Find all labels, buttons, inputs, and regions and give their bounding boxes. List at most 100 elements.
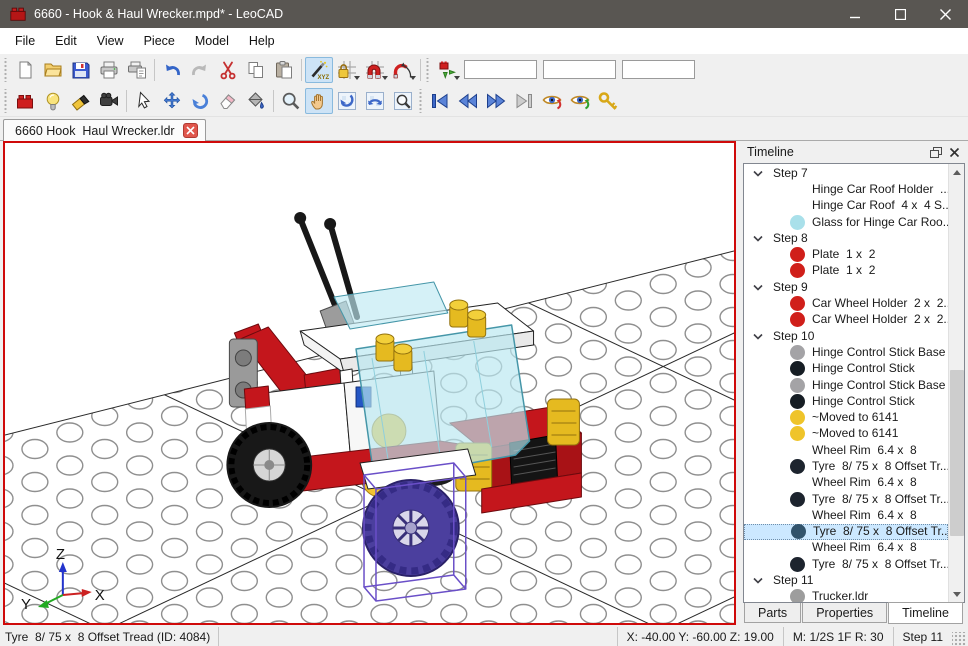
transform-button[interactable] bbox=[433, 57, 461, 83]
first-step-button[interactable] bbox=[426, 88, 454, 114]
timeline-part[interactable]: Tyre 8/ 75 x 8 Offset Tr... bbox=[744, 524, 948, 540]
open-file-button[interactable] bbox=[39, 57, 67, 83]
keys-button[interactable] bbox=[594, 88, 622, 114]
timeline-step[interactable]: Step 11 bbox=[744, 572, 948, 588]
chevron-down-icon[interactable] bbox=[753, 170, 764, 177]
rotate-view-button[interactable] bbox=[333, 88, 361, 114]
snap-rotate-button[interactable] bbox=[389, 57, 417, 83]
undo-button[interactable] bbox=[158, 57, 186, 83]
timeline-part[interactable]: Hinge Control Stick bbox=[744, 361, 948, 377]
timeline-part[interactable]: Hinge Car Roof 4 x 4 S... bbox=[744, 198, 948, 214]
show-later-button[interactable] bbox=[566, 88, 594, 114]
close-panel-icon[interactable] bbox=[945, 144, 964, 161]
toolbar-handle[interactable] bbox=[425, 58, 430, 82]
timeline-part[interactable]: Tyre 8/ 75 x 8 Offset Tr... bbox=[744, 491, 948, 507]
snap-lock-button[interactable] bbox=[333, 57, 361, 83]
relative-transform-button[interactable]: XYZ bbox=[305, 57, 333, 83]
maximize-button[interactable] bbox=[878, 0, 923, 28]
transform-x-input[interactable] bbox=[464, 60, 537, 79]
dropdown-arrow-icon[interactable] bbox=[382, 76, 388, 80]
document-tab[interactable]: 6660 Hook Haul Wrecker.ldr bbox=[3, 119, 206, 141]
dock-tab-parts[interactable]: Parts bbox=[744, 603, 801, 623]
dropdown-arrow-icon[interactable] bbox=[354, 76, 360, 80]
dropdown-arrow-icon[interactable] bbox=[454, 76, 460, 80]
scroll-down-icon[interactable] bbox=[949, 586, 965, 602]
spotlight-button[interactable] bbox=[67, 88, 95, 114]
timeline-part[interactable]: Wheel Rim 6.4 x 8 bbox=[744, 507, 948, 523]
float-panel-icon[interactable] bbox=[926, 144, 945, 161]
menu-view[interactable]: View bbox=[87, 30, 134, 52]
timeline-part[interactable]: Hinge Car Roof Holder ... bbox=[744, 181, 948, 197]
toolbar-handle[interactable] bbox=[3, 58, 8, 82]
timeline-part[interactable]: ~Moved to 6141 bbox=[744, 426, 948, 442]
timeline-part[interactable]: Tyre 8/ 75 x 8 Offset Tr... bbox=[744, 556, 948, 572]
roll-button[interactable] bbox=[361, 88, 389, 114]
close-button[interactable] bbox=[923, 0, 968, 28]
timeline-part[interactable]: Car Wheel Holder 2 x 2... bbox=[744, 312, 948, 328]
toolbar-handle[interactable] bbox=[3, 89, 8, 113]
timeline-part[interactable]: Glass for Hinge Car Roo... bbox=[744, 214, 948, 230]
snap-move-button[interactable] bbox=[361, 57, 389, 83]
dock-tab-properties[interactable]: Properties bbox=[802, 603, 887, 623]
timeline-part[interactable]: Plate 1 x 2 bbox=[744, 246, 948, 262]
menu-help[interactable]: Help bbox=[239, 30, 285, 52]
timeline-part[interactable]: ~Moved to 6141 bbox=[744, 409, 948, 425]
timeline-part[interactable]: Hinge Control Stick bbox=[744, 393, 948, 409]
timeline-step[interactable]: Step 7 bbox=[744, 165, 948, 181]
delete-button[interactable] bbox=[214, 88, 242, 114]
scroll-up-icon[interactable] bbox=[949, 164, 965, 180]
camera-button[interactable] bbox=[95, 88, 123, 114]
light-button[interactable] bbox=[39, 88, 67, 114]
last-step-button[interactable] bbox=[510, 88, 538, 114]
cut-button[interactable] bbox=[214, 57, 242, 83]
timeline-step[interactable]: Step 9 bbox=[744, 279, 948, 295]
viewport-3d[interactable]: Z X Y bbox=[3, 141, 736, 625]
timeline-part[interactable]: Trucker.ldr bbox=[744, 589, 948, 603]
print-preview-button[interactable] bbox=[123, 57, 151, 83]
timeline-part[interactable]: Wheel Rim 6.4 x 8 bbox=[744, 540, 948, 556]
select-button[interactable] bbox=[130, 88, 158, 114]
timeline-step[interactable]: Step 8 bbox=[744, 230, 948, 246]
paste-button[interactable] bbox=[270, 57, 298, 83]
timeline-step[interactable]: Step 10 bbox=[744, 328, 948, 344]
insert-piece-button[interactable] bbox=[11, 88, 39, 114]
dropdown-arrow-icon[interactable] bbox=[410, 76, 416, 80]
transform-y-input[interactable] bbox=[543, 60, 616, 79]
menu-edit[interactable]: Edit bbox=[45, 30, 87, 52]
timeline-part[interactable]: Car Wheel Holder 2 x 2... bbox=[744, 295, 948, 311]
menu-file[interactable]: File bbox=[5, 30, 45, 52]
timeline-part[interactable]: Tyre 8/ 75 x 8 Offset Tr... bbox=[744, 458, 948, 474]
previous-step-button[interactable] bbox=[454, 88, 482, 114]
chevron-down-icon[interactable] bbox=[753, 333, 764, 340]
timeline-part[interactable]: Hinge Control Stick Base bbox=[744, 344, 948, 360]
timeline-part[interactable]: Wheel Rim 6.4 x 8 bbox=[744, 442, 948, 458]
chevron-down-icon[interactable] bbox=[753, 284, 764, 291]
menu-piece[interactable]: Piece bbox=[134, 30, 185, 52]
minimize-button[interactable] bbox=[833, 0, 878, 28]
timeline-part[interactable]: Wheel Rim 6.4 x 8 bbox=[744, 475, 948, 491]
redo-button[interactable] bbox=[186, 57, 214, 83]
chevron-down-icon[interactable] bbox=[753, 235, 764, 242]
copy-button[interactable] bbox=[242, 57, 270, 83]
save-file-button[interactable] bbox=[67, 57, 95, 83]
menu-model[interactable]: Model bbox=[185, 30, 239, 52]
dock-tab-timeline[interactable]: Timeline bbox=[888, 602, 963, 624]
toolbar-handle[interactable] bbox=[418, 89, 423, 113]
print-button[interactable] bbox=[95, 57, 123, 83]
zoom-button[interactable] bbox=[277, 88, 305, 114]
resize-grip[interactable] bbox=[952, 632, 966, 646]
timeline-scrollbar[interactable] bbox=[948, 164, 964, 602]
next-step-button[interactable] bbox=[482, 88, 510, 114]
chevron-down-icon[interactable] bbox=[753, 577, 764, 584]
timeline-part[interactable]: Hinge Control Stick Base bbox=[744, 377, 948, 393]
new-file-button[interactable] bbox=[11, 57, 39, 83]
show-earlier-button[interactable] bbox=[538, 88, 566, 114]
move-button[interactable] bbox=[158, 88, 186, 114]
scrollbar-thumb[interactable] bbox=[950, 370, 964, 536]
zoom-region-button[interactable] bbox=[389, 88, 417, 114]
pan-button[interactable] bbox=[305, 88, 333, 114]
paint-button[interactable] bbox=[242, 88, 270, 114]
transform-z-input[interactable] bbox=[622, 60, 695, 79]
rotate-button[interactable] bbox=[186, 88, 214, 114]
tab-close-icon[interactable] bbox=[183, 123, 198, 138]
